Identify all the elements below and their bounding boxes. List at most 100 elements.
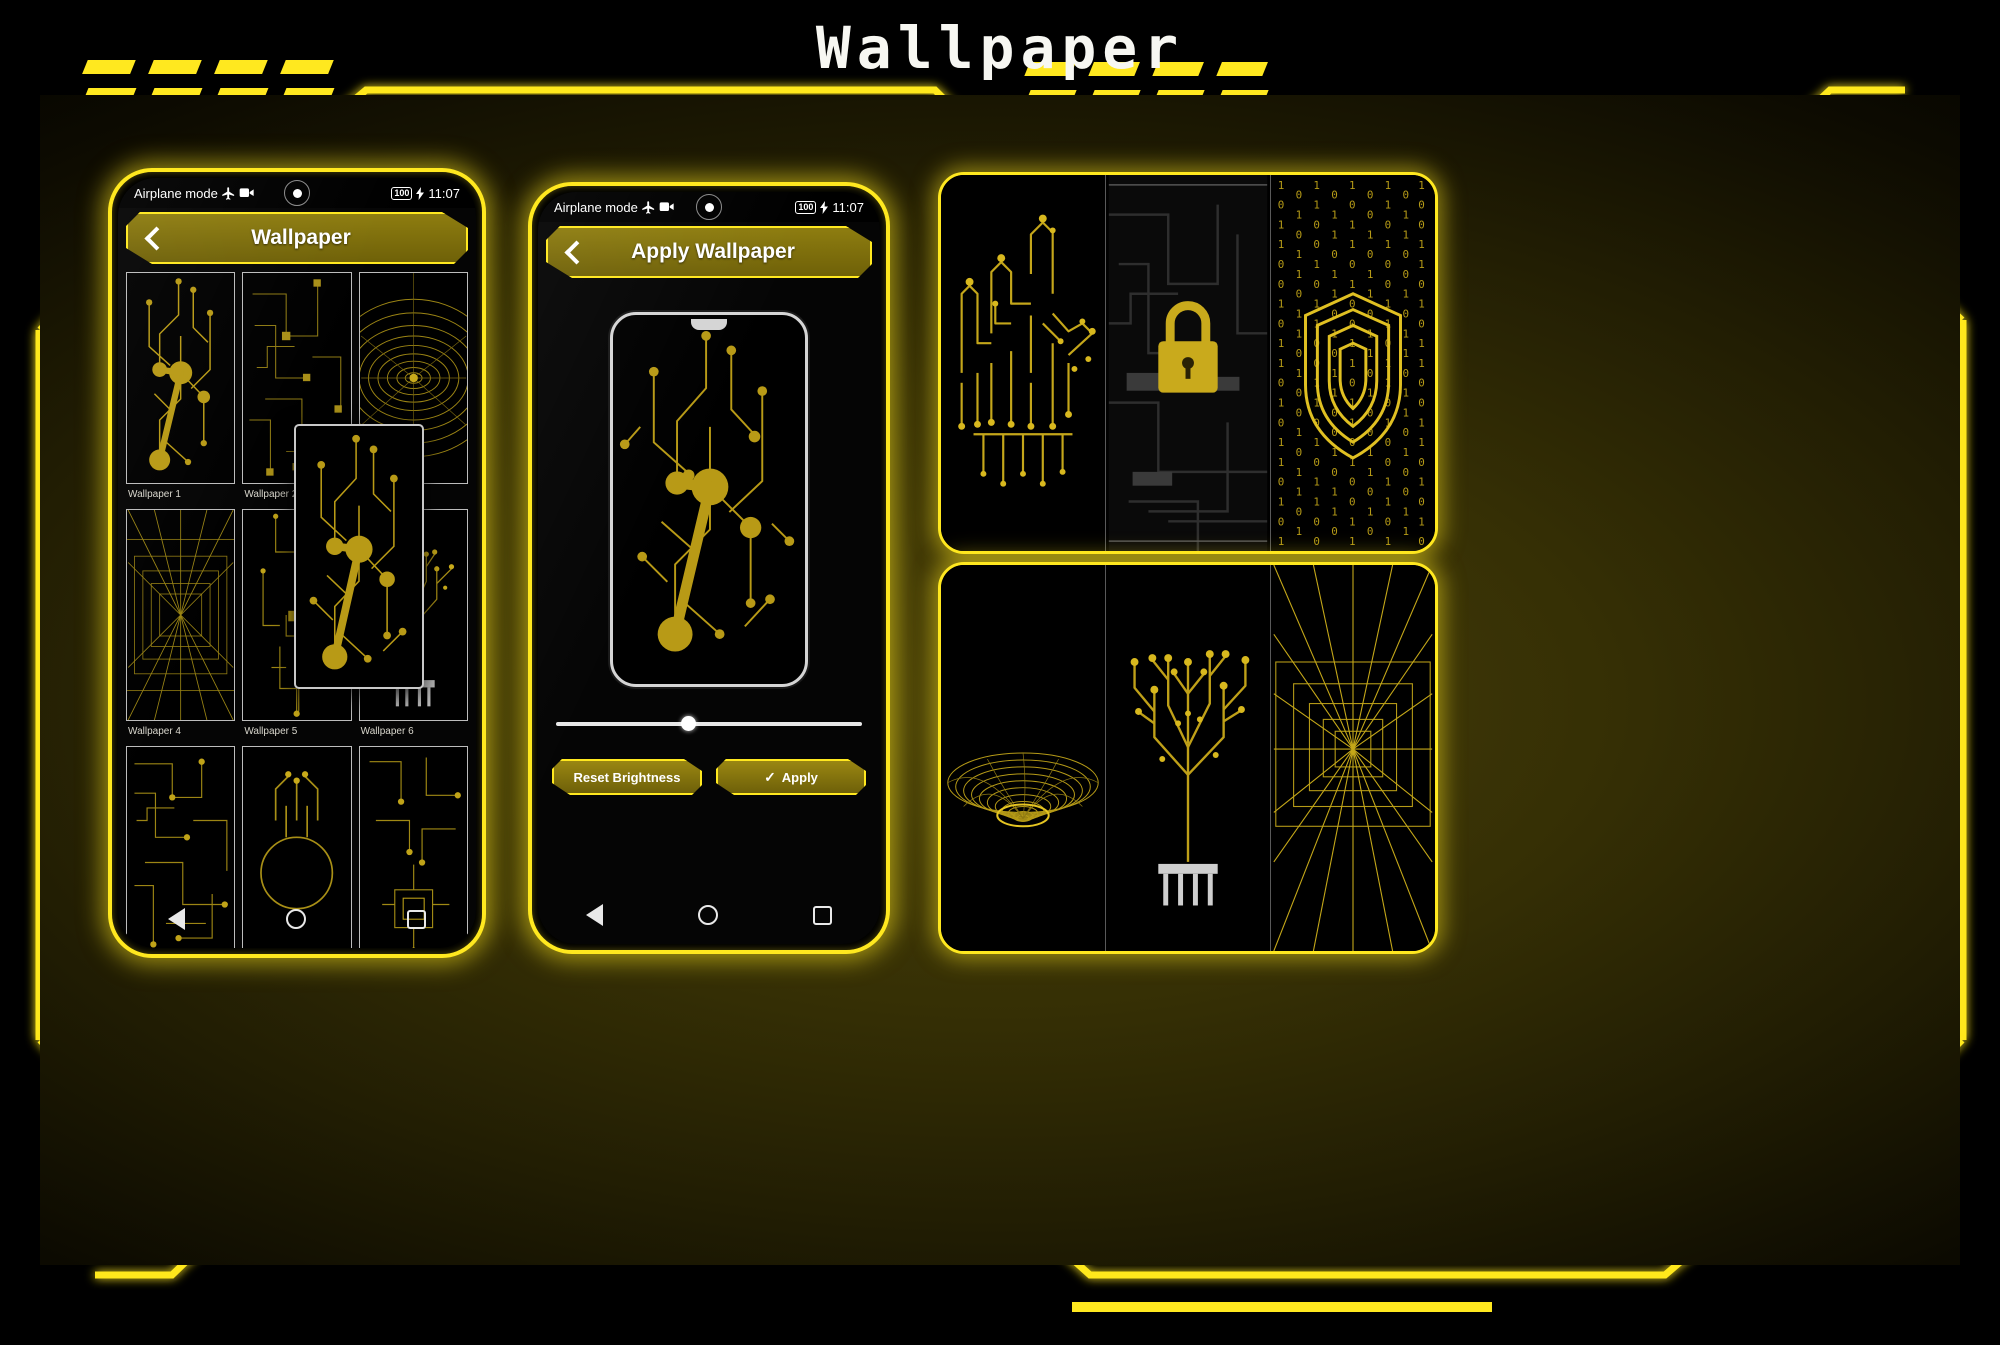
svg-text:0: 0	[1313, 278, 1320, 291]
wallpaper-circuit-tree[interactable]	[1105, 565, 1270, 951]
back-button[interactable]	[140, 225, 166, 251]
svg-text:0: 0	[1296, 288, 1303, 301]
wallpaper-preview-phone	[610, 312, 808, 687]
svg-text:1: 1	[1418, 179, 1425, 192]
svg-text:1: 1	[1349, 278, 1356, 291]
svg-text:0: 0	[1349, 377, 1356, 390]
svg-text:0: 0	[1418, 535, 1425, 548]
apply-button[interactable]: ✓ Apply	[716, 759, 866, 795]
svg-text:1: 1	[1367, 347, 1374, 360]
nav-recents-icon[interactable]	[813, 905, 833, 925]
phone1-appbar: Wallpaper	[126, 212, 468, 264]
appbar-title: Wallpaper	[251, 226, 351, 249]
nav-back-icon[interactable]	[585, 904, 603, 926]
svg-text:1: 1	[1385, 199, 1392, 212]
svg-text:1: 1	[1278, 218, 1285, 231]
svg-text:0: 0	[1296, 387, 1303, 400]
airplane-mode-label: Airplane mode	[134, 185, 218, 201]
svg-text:1: 1	[1418, 416, 1425, 429]
svg-text:0: 0	[1278, 476, 1285, 489]
wallpaper-gallery-bottom-row	[938, 562, 1438, 954]
svg-text:0: 0	[1367, 486, 1374, 499]
svg-text:0: 0	[1296, 505, 1303, 518]
svg-text:0: 0	[1385, 515, 1392, 528]
svg-text:0: 0	[1296, 189, 1303, 202]
svg-text:0: 0	[1278, 416, 1285, 429]
wallpaper-vortex[interactable]	[941, 565, 1105, 951]
wallpaper-preview-screen	[617, 319, 801, 680]
status-time: 11:07	[832, 199, 864, 215]
svg-text:0: 0	[1278, 199, 1285, 212]
svg-text:1: 1	[1349, 515, 1356, 528]
svg-text:0: 0	[1313, 456, 1320, 469]
nav-home-icon[interactable]	[697, 905, 718, 925]
phone-apply-wallpaper: Airplane mode 100 11:07 Apply Wallpaper …	[528, 182, 890, 954]
svg-text:1: 1	[1349, 535, 1356, 548]
back-button[interactable]	[560, 239, 586, 265]
svg-text:1: 1	[1385, 179, 1392, 192]
svg-text:1: 1	[1296, 248, 1303, 261]
nav-home-icon[interactable]	[285, 909, 306, 929]
wallpaper-padlock[interactable]	[1105, 175, 1270, 551]
svg-text:1: 1	[1296, 466, 1303, 479]
svg-text:0: 0	[1331, 466, 1338, 479]
wallpaper-label: Wallpaper 5	[244, 726, 298, 737]
wallpaper-circuit-hand[interactable]	[941, 175, 1105, 551]
svg-text:1: 1	[1278, 337, 1285, 350]
airplane-icon	[222, 186, 234, 200]
wallpaper-thumbnail[interactable]	[126, 509, 236, 721]
svg-text:1: 1	[1367, 387, 1374, 400]
svg-text:1: 1	[1385, 495, 1392, 508]
apply-label: Apply	[781, 769, 818, 785]
svg-text:0: 0	[1349, 199, 1356, 212]
brightness-slider[interactable]	[556, 713, 862, 735]
wallpaper-wire-tunnel[interactable]	[1270, 565, 1435, 951]
nav-recents-icon[interactable]	[406, 909, 426, 929]
svg-text:0: 0	[1402, 248, 1409, 261]
svg-text:1: 1	[1331, 268, 1338, 281]
svg-text:1: 1	[1402, 327, 1409, 340]
wallpaper-cell[interactable]: Wallpaper 1	[126, 272, 236, 502]
svg-text:1: 1	[1278, 238, 1285, 251]
svg-text:0: 0	[1418, 495, 1425, 508]
button-hash-decor	[558, 753, 696, 761]
svg-text:0: 0	[1296, 406, 1303, 419]
slider-track[interactable]	[556, 722, 862, 726]
wallpaper-binary-shield[interactable]: 1011 0010 1101 0110 101 0101 1011 0100 1…	[1270, 175, 1435, 551]
circuit-tree-art-large	[1108, 565, 1268, 951]
circuit-node-art	[146, 278, 214, 471]
phone2-status-left: Airplane mode	[554, 200, 675, 215]
svg-text:1: 1	[1313, 476, 1320, 489]
svg-text:1: 1	[1331, 228, 1338, 241]
svg-text:1: 1	[1418, 436, 1425, 449]
charging-bolt-icon	[416, 186, 425, 200]
phone-wallpaper-list: Airplane mode 100 11:07 Wallpaper Wallpa…	[108, 168, 486, 958]
phone1-navigation-bar	[118, 896, 476, 942]
video-camera-icon	[659, 202, 674, 211]
svg-text:0: 0	[1367, 525, 1374, 538]
svg-text:1: 1	[1418, 298, 1425, 311]
nav-back-icon[interactable]	[168, 908, 186, 930]
svg-text:0: 0	[1296, 446, 1303, 459]
svg-text:0: 0	[1349, 495, 1356, 508]
svg-text:0: 0	[1331, 525, 1338, 538]
svg-text:1: 1	[1385, 476, 1392, 489]
svg-text:1: 1	[1296, 525, 1303, 538]
slider-knob[interactable]	[680, 716, 696, 731]
svg-text:1: 1	[1402, 505, 1409, 518]
svg-text:0: 0	[1367, 209, 1374, 222]
wallpaper-cell[interactable]: Wallpaper 4	[126, 509, 236, 739]
wallpaper-thumbnail[interactable]	[126, 272, 236, 484]
binary-shield-art: 1011 0010 1101 0110 101 0101 1011 0100 1…	[1273, 175, 1433, 551]
svg-text:0: 0	[1385, 218, 1392, 231]
svg-text:0: 0	[1418, 278, 1425, 291]
reset-brightness-label: Reset Brightness	[573, 769, 681, 785]
svg-text:1: 1	[1367, 466, 1374, 479]
svg-text:0: 0	[1278, 515, 1285, 528]
svg-text:1: 1	[1278, 535, 1285, 548]
svg-text:1: 1	[1418, 258, 1425, 271]
reset-brightness-button[interactable]: Reset Brightness	[552, 759, 702, 795]
dragged-wallpaper-preview[interactable]	[294, 424, 424, 689]
svg-text:0: 0	[1349, 476, 1356, 489]
phone2-navigation-bar	[538, 892, 880, 938]
